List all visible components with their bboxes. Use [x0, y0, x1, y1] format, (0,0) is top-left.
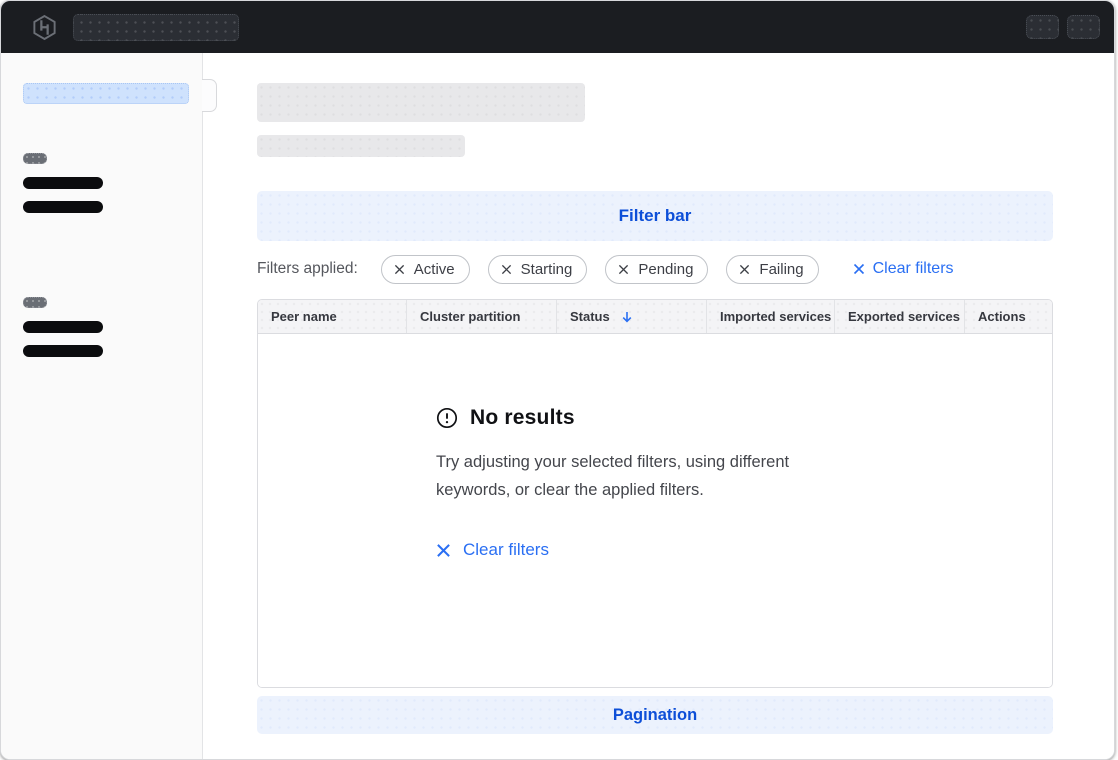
app-window: Filter bar Filters applied: Active Start…: [0, 0, 1115, 760]
filters-applied-row: Filters applied: Active Starting Pending…: [257, 254, 1053, 284]
sidebar-nav-link[interactable]: [23, 201, 103, 213]
clear-filters-icon: [853, 263, 865, 275]
filter-pill-label: Starting: [521, 261, 573, 278]
table-body: No results Try adjusting your selected f…: [258, 334, 1052, 687]
clear-filters-label: Clear filters: [873, 260, 954, 278]
navbar-user-button[interactable]: [1067, 15, 1100, 39]
column-header-status[interactable]: Status: [557, 300, 707, 333]
navbar-help-button[interactable]: [1026, 15, 1059, 39]
sidebar-nav-link[interactable]: [23, 345, 103, 357]
clear-filters-icon: [436, 543, 451, 558]
filter-pill-pending[interactable]: Pending: [605, 255, 708, 284]
column-header-exported-services[interactable]: Exported services: [835, 300, 965, 333]
filter-pill-starting[interactable]: Starting: [488, 255, 588, 284]
column-header-imported-services[interactable]: Imported services: [707, 300, 835, 333]
clear-filters-link[interactable]: Clear filters: [853, 260, 954, 278]
page-subtitle-skeleton: [257, 135, 465, 157]
column-header-label: Status: [570, 309, 610, 324]
main-content: Filter bar Filters applied: Active Start…: [203, 53, 1114, 760]
global-search-input[interactable]: [73, 14, 239, 41]
sidebar-nav-link[interactable]: [23, 177, 103, 189]
remove-filter-icon[interactable]: [501, 264, 512, 275]
filter-pill-label: Pending: [638, 261, 693, 278]
empty-state: No results Try adjusting your selected f…: [258, 334, 888, 560]
page-title-skeleton: [257, 83, 585, 122]
column-header-actions[interactable]: Actions: [965, 300, 1052, 333]
pagination-placeholder: Pagination: [257, 696, 1053, 734]
filter-pill-failing[interactable]: Failing: [726, 255, 818, 284]
remove-filter-icon[interactable]: [394, 264, 405, 275]
column-header-label: Imported services: [720, 309, 831, 324]
column-header-label: Peer name: [271, 309, 337, 324]
column-header-cluster-partition[interactable]: Cluster partition: [407, 300, 557, 333]
app-body: Filter bar Filters applied: Active Start…: [1, 53, 1114, 760]
sidebar-section-label: [23, 153, 47, 164]
filters-applied-label: Filters applied:: [257, 260, 358, 278]
hashicorp-logo-icon: [31, 14, 58, 41]
sidebar-section-label: [23, 297, 47, 308]
column-header-label: Cluster partition: [420, 309, 520, 324]
filter-pill-active[interactable]: Active: [381, 255, 470, 284]
empty-state-clear-filters-link[interactable]: Clear filters: [436, 540, 549, 560]
alert-circle-icon: [436, 407, 458, 429]
empty-state-clear-filters-label: Clear filters: [463, 540, 549, 560]
sidebar: [1, 53, 203, 760]
filter-bar-label: Filter bar: [619, 206, 692, 226]
filter-bar-placeholder: Filter bar: [257, 191, 1053, 241]
sidebar-active-item[interactable]: [23, 83, 189, 104]
column-header-label: Exported services: [848, 309, 960, 324]
top-navbar: [1, 1, 1114, 53]
sidebar-collapse-handle[interactable]: [202, 79, 217, 112]
filter-pill-label: Active: [414, 261, 455, 278]
remove-filter-icon[interactable]: [618, 264, 629, 275]
column-header-peer-name[interactable]: Peer name: [258, 300, 407, 333]
empty-state-description: Try adjusting your selected filters, usi…: [436, 448, 864, 504]
filter-pill-label: Failing: [759, 261, 803, 278]
peers-table: Peer name Cluster partition Status Impor…: [257, 299, 1053, 688]
sort-descending-icon[interactable]: [620, 310, 634, 324]
empty-state-title: No results: [470, 406, 575, 430]
table-header-row: Peer name Cluster partition Status Impor…: [258, 300, 1052, 334]
pagination-label: Pagination: [613, 706, 697, 725]
sidebar-nav-link[interactable]: [23, 321, 103, 333]
column-header-label: Actions: [978, 309, 1026, 324]
empty-state-header: No results: [436, 406, 888, 430]
remove-filter-icon[interactable]: [739, 264, 750, 275]
